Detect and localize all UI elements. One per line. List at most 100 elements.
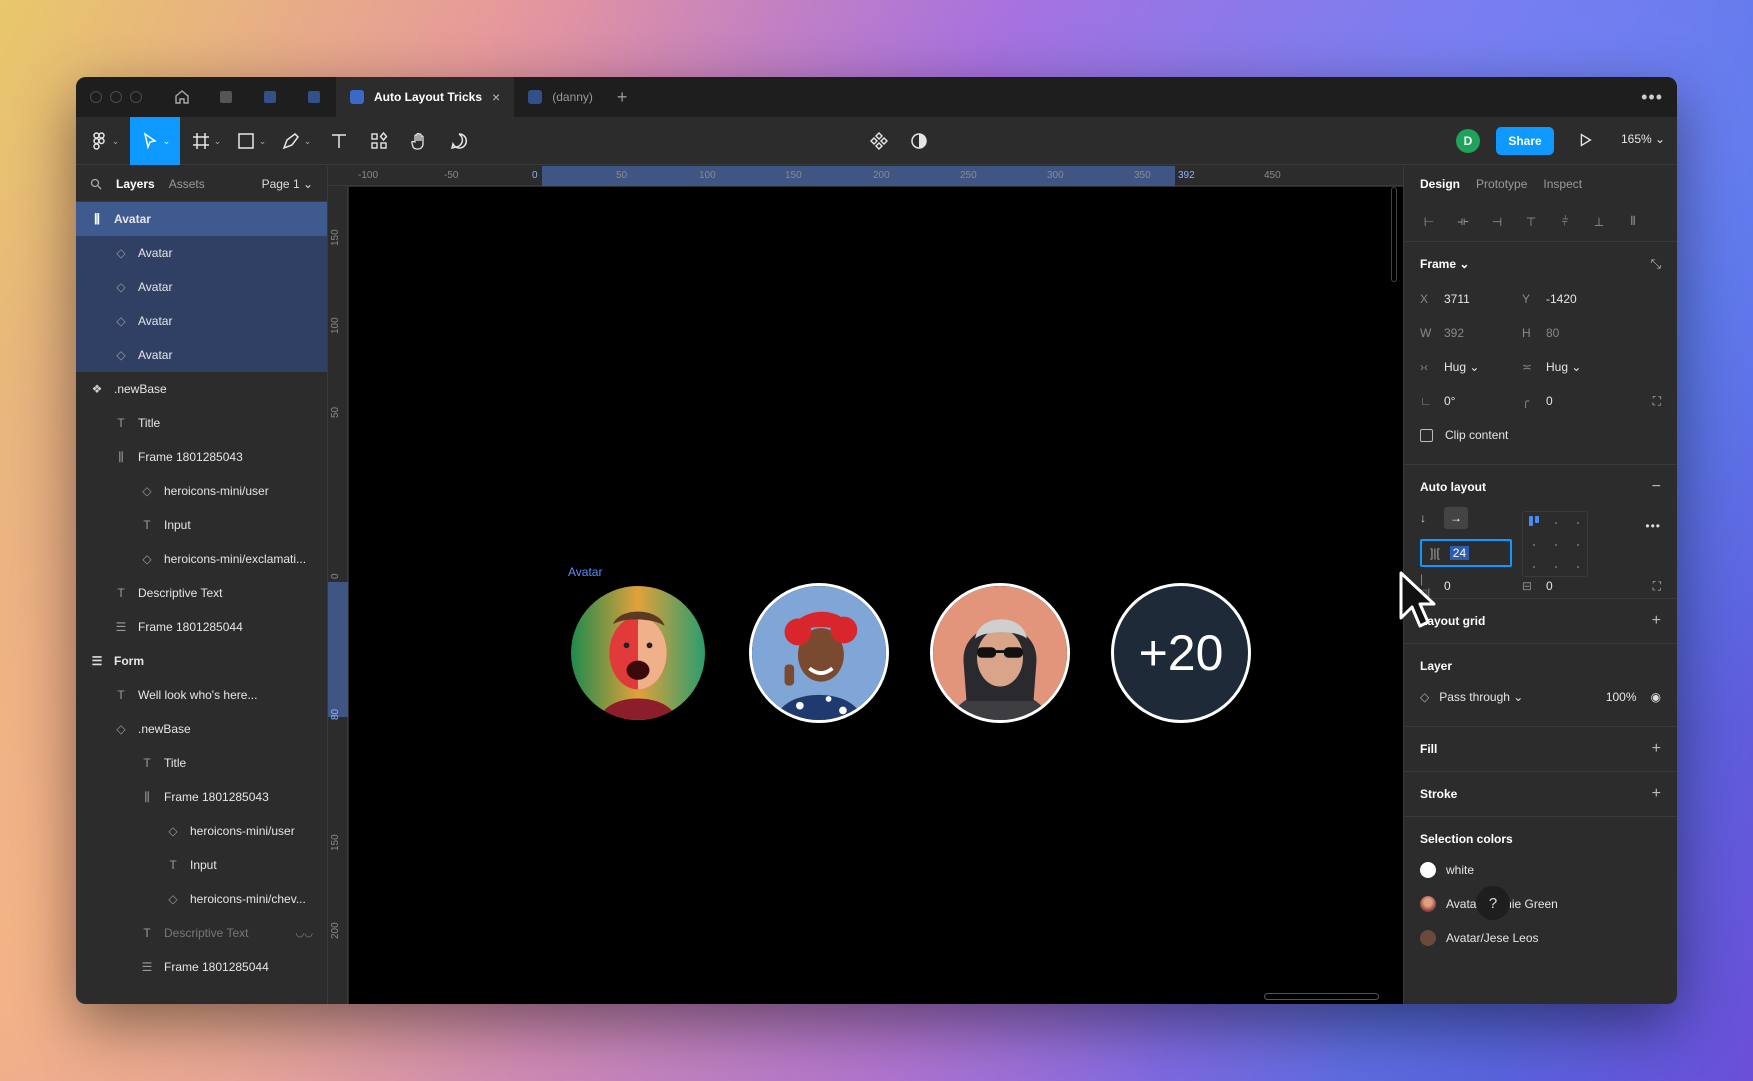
- tab-assets[interactable]: Assets: [169, 177, 205, 191]
- individual-padding-icon[interactable]: ⛶: [1653, 579, 1661, 594]
- zoom-dropdown[interactable]: 165% ⌄: [1621, 132, 1665, 146]
- layer-row[interactable]: ☰ Frame 1801285044: [76, 610, 327, 644]
- layer-row[interactable]: ◇ .newBase: [76, 712, 327, 746]
- layer-row[interactable]: ❖ .newBase: [76, 372, 327, 406]
- home-icon[interactable]: [160, 77, 204, 117]
- rotation-input[interactable]: 0°: [1444, 394, 1455, 408]
- layer-row[interactable]: ◇ heroicons-mini/user: [76, 814, 327, 848]
- blend-mode-dropdown[interactable]: Pass through ⌄: [1439, 690, 1523, 704]
- move-tool-button[interactable]: ⌄: [130, 117, 180, 165]
- pen-tool-button[interactable]: ⌄: [276, 117, 316, 165]
- contrast-button[interactable]: [902, 117, 936, 165]
- layer-row[interactable]: T Descriptive Text: [76, 576, 327, 610]
- vertical-padding-input[interactable]: 0: [1546, 579, 1553, 593]
- align-center-h-icon[interactable]: ⟛: [1454, 214, 1472, 230]
- file-tab-icon[interactable]: [204, 77, 248, 117]
- comment-tool-button[interactable]: [441, 117, 477, 165]
- layer-row[interactable]: ☰ Form: [76, 644, 327, 678]
- align-left-icon[interactable]: ⊢: [1420, 214, 1438, 230]
- new-tab-button[interactable]: +: [617, 87, 628, 108]
- layer-row[interactable]: ◇ heroicons-mini/exclamati...: [76, 542, 327, 576]
- vertical-direction-icon[interactable]: ↓: [1420, 511, 1444, 525]
- horizontal-scrollbar[interactable]: [1264, 993, 1379, 1000]
- tab-inspect[interactable]: Inspect: [1543, 177, 1582, 191]
- align-top-icon[interactable]: ⊤: [1522, 214, 1540, 230]
- close-tab-icon[interactable]: ×: [492, 89, 500, 105]
- file-tab-icon[interactable]: [292, 77, 336, 117]
- vertical-scrollbar[interactable]: [1391, 187, 1397, 282]
- independent-corners-icon[interactable]: ⛶: [1653, 394, 1661, 409]
- add-layout-grid-icon[interactable]: +: [1652, 611, 1661, 631]
- selection-color-row[interactable]: Avatar/Bonnie Green: [1420, 887, 1661, 921]
- clip-content-checkbox[interactable]: [1420, 428, 1433, 442]
- hand-tool-button[interactable]: [401, 117, 437, 165]
- layer-row[interactable]: ◇ Avatar: [76, 304, 327, 338]
- more-icon[interactable]: •••: [1641, 87, 1663, 108]
- width-input[interactable]: 392: [1444, 326, 1464, 340]
- page-selector[interactable]: Page 1 ⌄: [262, 177, 313, 191]
- tab-danny[interactable]: (danny): [514, 77, 607, 117]
- horizontal-direction-icon[interactable]: →: [1444, 507, 1468, 529]
- present-button[interactable]: [1576, 131, 1594, 154]
- window-controls[interactable]: [90, 91, 142, 103]
- layer-row[interactable]: ⫼ Avatar: [76, 202, 327, 236]
- opacity-input[interactable]: 100%: [1606, 690, 1637, 704]
- eye-icon[interactable]: ◉: [1651, 690, 1661, 704]
- layer-row[interactable]: T Input: [76, 508, 327, 542]
- more-settings-icon[interactable]: •••: [1645, 519, 1661, 533]
- avatar-image[interactable]: [568, 583, 708, 723]
- file-tab-icon[interactable]: [248, 77, 292, 117]
- text-tool-button[interactable]: [321, 117, 357, 165]
- resize-to-fit-icon[interactable]: ⤡: [1651, 254, 1661, 274]
- main-menu-button[interactable]: ⌄: [84, 117, 124, 165]
- hidden-eye-icon[interactable]: ◡◡: [296, 928, 313, 939]
- avatar-overflow-count[interactable]: +20: [1111, 583, 1251, 723]
- corner-radius-input[interactable]: 0: [1546, 394, 1553, 408]
- x-input[interactable]: 3711: [1444, 292, 1470, 306]
- layer-row[interactable]: ◇ Avatar: [76, 338, 327, 372]
- tab-auto-layout-tricks[interactable]: Auto Layout Tricks ×: [336, 77, 515, 117]
- user-avatar[interactable]: D: [1456, 129, 1480, 153]
- distribute-icon[interactable]: ⫴: [1624, 214, 1642, 230]
- frame-tool-button[interactable]: ⌄: [186, 117, 226, 165]
- avatar-image[interactable]: [749, 583, 889, 723]
- remove-auto-layout-icon[interactable]: −: [1652, 477, 1661, 497]
- search-icon[interactable]: [90, 178, 102, 190]
- layer-row[interactable]: T Well look who's here...: [76, 678, 327, 712]
- layer-row[interactable]: T Title: [76, 746, 327, 780]
- y-input[interactable]: -1420: [1546, 292, 1577, 306]
- horizontal-resizing-dropdown[interactable]: Hug ⌄: [1444, 360, 1479, 374]
- selection-color-row[interactable]: Avatar/Jese Leos: [1420, 921, 1661, 955]
- add-fill-icon[interactable]: +: [1652, 739, 1661, 759]
- avatar-image[interactable]: [930, 583, 1070, 723]
- alignment-grid[interactable]: [1522, 511, 1588, 577]
- align-bottom-icon[interactable]: ⊥: [1590, 214, 1608, 230]
- spacing-input[interactable]: ]|[ 24: [1420, 539, 1512, 567]
- layer-row[interactable]: T Descriptive Text ◡◡: [76, 916, 327, 950]
- align-center-v-icon[interactable]: ⫩: [1556, 214, 1574, 230]
- layer-row[interactable]: ◇ Avatar: [76, 236, 327, 270]
- shape-tool-button[interactable]: ⌄: [231, 117, 271, 165]
- layer-row[interactable]: ⫼ Frame 1801285043: [76, 780, 327, 814]
- frame-label[interactable]: Avatar: [568, 565, 602, 579]
- frame-section-title[interactable]: Frame ⌄: [1420, 254, 1661, 274]
- selection-color-row[interactable]: white: [1420, 853, 1661, 887]
- tab-prototype[interactable]: Prototype: [1476, 177, 1527, 191]
- horizontal-padding-input[interactable]: 0: [1444, 579, 1451, 593]
- layer-row[interactable]: ◇ heroicons-mini/chev...: [76, 882, 327, 916]
- component-button[interactable]: [862, 117, 896, 165]
- resources-button[interactable]: [361, 117, 397, 165]
- layer-row[interactable]: ⫼ Frame 1801285043: [76, 440, 327, 474]
- layer-row[interactable]: ◇ Avatar: [76, 270, 327, 304]
- align-right-icon[interactable]: ⊣: [1488, 214, 1506, 230]
- vertical-resizing-dropdown[interactable]: Hug ⌄: [1546, 360, 1581, 374]
- canvas[interactable]: Avatar +20: [349, 187, 1403, 1004]
- tab-layers[interactable]: Layers: [116, 177, 155, 191]
- layer-row[interactable]: ◇ heroicons-mini/user: [76, 474, 327, 508]
- help-button[interactable]: ?: [1476, 886, 1510, 920]
- share-button[interactable]: Share: [1496, 127, 1554, 155]
- layer-row[interactable]: T Title: [76, 406, 327, 440]
- layer-row[interactable]: ☰ Frame 1801285044: [76, 950, 327, 984]
- add-stroke-icon[interactable]: +: [1652, 784, 1661, 804]
- height-input[interactable]: 80: [1546, 326, 1559, 340]
